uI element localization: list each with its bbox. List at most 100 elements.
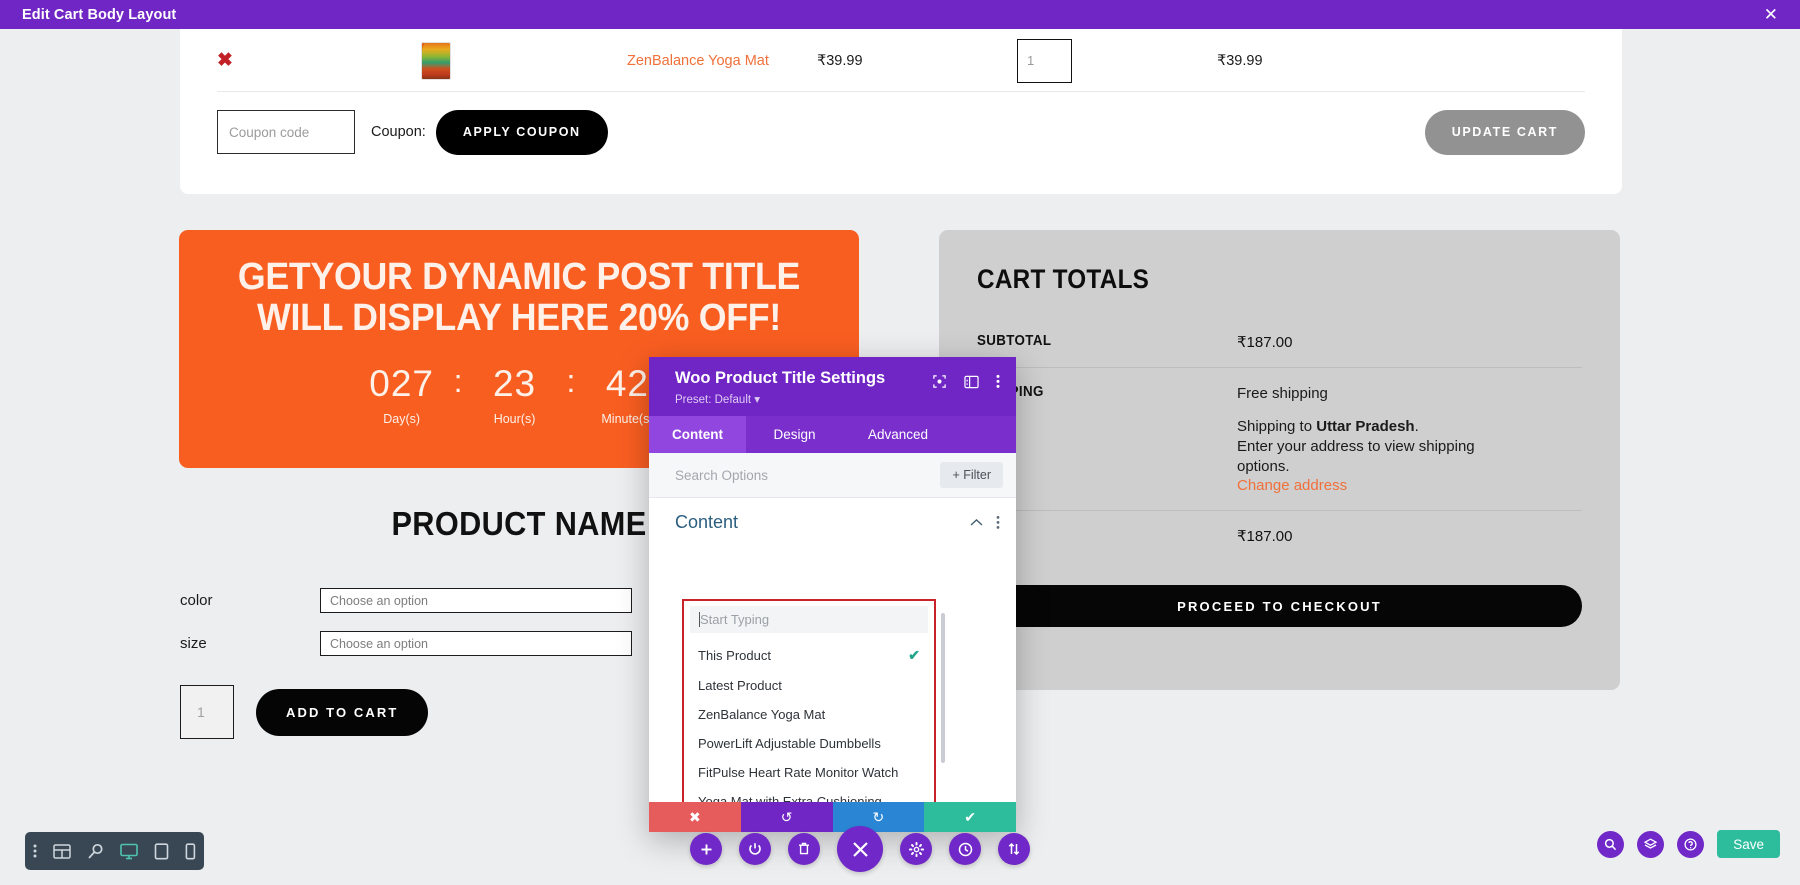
add-to-cart-button[interactable]: ADD TO CART	[256, 689, 428, 736]
cart-thumbnail-cell	[422, 29, 450, 92]
shipping-to-line: Shipping to Uttar Pradesh.	[1237, 417, 1527, 437]
modal-preset-selector[interactable]: Preset: Default ▾	[675, 392, 1000, 406]
check-icon: ✔	[908, 647, 920, 664]
totals-row-shipping: SHIPPING Free shipping Shipping to Uttar…	[977, 368, 1582, 511]
dropdown-item-zenbalance-yoga-mat[interactable]: ZenBalance Yoga Mat	[684, 700, 934, 729]
attribute-row-size: size Choose an option	[180, 631, 632, 656]
target-icon[interactable]	[932, 374, 947, 389]
tab-content[interactable]: Content	[649, 416, 746, 453]
product-quantity-input[interactable]: 1	[180, 685, 234, 739]
product-link[interactable]: ZenBalance Yoga Mat	[627, 53, 769, 69]
dropdown-scrollbar[interactable]	[941, 613, 945, 763]
trash-icon[interactable]	[788, 833, 820, 865]
countdown-days-label: Day(s)	[350, 412, 454, 426]
proceed-to-checkout-button[interactable]: PROCEED TO CHECKOUT	[977, 585, 1582, 627]
chevron-down-icon: ▾	[754, 394, 760, 406]
search-icon[interactable]	[1597, 831, 1624, 858]
modal-preset-label: Preset: Default	[675, 394, 751, 406]
editor-root: Edit Cart Body Layout ✕ ✖ ZenBalance Yog…	[0, 0, 1800, 885]
dropdown-item-powerlift-dumbbells[interactable]: PowerLift Adjustable Dumbbells	[684, 729, 934, 758]
totals-subtotal-label: SUBTOTAL	[977, 333, 1216, 351]
dropdown-item-this-product[interactable]: This Product ✔	[684, 640, 934, 671]
countdown-separator: :	[454, 365, 463, 399]
countdown-unit-days: 027 Day(s)	[350, 365, 454, 426]
modal-tabs: Content Design Advanced	[649, 416, 1016, 453]
shipping-to-suffix: .	[1415, 418, 1419, 435]
cart-totals-title: CART TOTALS	[977, 264, 1522, 295]
phone-icon[interactable]	[185, 843, 196, 860]
cart-remove-cell: ✖	[217, 29, 277, 92]
countdown-hours-value: 23	[463, 365, 567, 402]
modal-header-icons	[932, 374, 1000, 389]
add-to-cart-row: 1 ADD TO CART	[180, 685, 428, 739]
countdown-unit-hours: 23 Hour(s)	[463, 365, 567, 426]
enter-address-text: Enter your address to view shipping opti…	[1237, 437, 1527, 477]
dropdown-search-field[interactable]: Start Typing	[690, 606, 928, 633]
attribute-select-size[interactable]: Choose an option	[320, 631, 632, 656]
text-cursor	[699, 612, 700, 627]
dropdown-search-placeholder: Start Typing	[700, 612, 769, 627]
tab-advanced[interactable]: Advanced	[843, 416, 953, 453]
dropdown-item-label: Yoga Mat with Extra Cushioning	[698, 794, 882, 802]
close-icon[interactable]	[837, 826, 883, 872]
apply-coupon-button[interactable]: APPLY COUPON	[436, 110, 608, 155]
filter-button[interactable]: + Filter	[940, 462, 1003, 488]
save-button[interactable]: Save	[1717, 830, 1780, 858]
kebab-menu-icon[interactable]	[996, 374, 1000, 389]
quantity-input[interactable]: 1	[1017, 39, 1072, 83]
wireframe-icon[interactable]	[53, 844, 71, 859]
product-source-dropdown: Start Typing This Product ✔ Latest Produ…	[682, 599, 936, 802]
dropdown-option-list: This Product ✔ Latest Product ZenBalance…	[684, 633, 934, 802]
zoom-icon[interactable]	[87, 843, 104, 860]
attribute-row-color: color Choose an option	[180, 588, 632, 613]
editor-right-controls: Save	[1597, 830, 1780, 858]
coupon-code-input[interactable]	[217, 110, 355, 154]
update-cart-button[interactable]: UPDATE CART	[1425, 110, 1585, 155]
cart-subtotal-cell: ₹39.99	[1217, 29, 1263, 92]
cart-card: ✖ ZenBalance Yoga Mat ₹39.99 1 ₹39.99 Co…	[180, 29, 1622, 194]
attribute-select-color[interactable]: Choose an option	[320, 588, 632, 613]
kebab-menu-icon[interactable]	[33, 843, 37, 859]
product-thumbnail-image[interactable]	[422, 43, 450, 79]
close-icon[interactable]: ✕	[1764, 6, 1784, 23]
dropdown-item-label: This Product	[698, 648, 771, 663]
promo-title: GETYOUR DYNAMIC POST TITLE WILL DISPLAY …	[199, 230, 838, 339]
content-section-title: Content	[675, 512, 738, 533]
countdown-days-value: 027	[350, 365, 454, 402]
content-section-header: Content	[649, 498, 1016, 539]
power-icon[interactable]	[739, 833, 771, 865]
totals-subtotal-value: ₹187.00	[1237, 333, 1292, 351]
page-title: Edit Cart Body Layout	[16, 7, 176, 23]
help-icon[interactable]	[1677, 831, 1704, 858]
countdown-hours-label: Hour(s)	[463, 412, 567, 426]
settings-modal: Woo Product Title Settings Preset: Defau…	[649, 357, 1016, 832]
dropdown-item-yoga-mat-extra-cushioning[interactable]: Yoga Mat with Extra Cushioning	[684, 787, 934, 802]
dropdown-item-fitpulse-watch[interactable]: FitPulse Heart Rate Monitor Watch	[684, 758, 934, 787]
search-options-input[interactable]	[675, 468, 895, 483]
remove-item-icon[interactable]: ✖	[217, 51, 233, 70]
dropdown-item-label: Latest Product	[698, 678, 782, 693]
chevron-up-icon[interactable]	[970, 518, 983, 527]
change-address-link[interactable]: Change address	[1237, 477, 1527, 494]
totals-total-value: ₹187.00	[1237, 527, 1292, 545]
kebab-menu-icon[interactable]	[996, 515, 1000, 530]
cart-price-cell: ₹39.99	[817, 29, 863, 92]
settings-gear-icon[interactable]	[900, 833, 932, 865]
cart-totals-panel: CART TOTALS SUBTOTAL ₹187.00 SHIPPING Fr…	[939, 230, 1620, 690]
layout-panel-icon[interactable]	[964, 375, 979, 389]
layers-icon[interactable]	[1637, 831, 1664, 858]
dropdown-item-label: PowerLift Adjustable Dumbbells	[698, 736, 881, 751]
dropdown-item-latest-product[interactable]: Latest Product	[684, 671, 934, 700]
history-clock-icon[interactable]	[949, 833, 981, 865]
totals-shipping-details: Free shipping Shipping to Uttar Pradesh.…	[1237, 384, 1527, 494]
tablet-icon[interactable]	[154, 843, 169, 860]
dropdown-item-label: ZenBalance Yoga Mat	[698, 707, 825, 722]
tab-design[interactable]: Design	[746, 416, 843, 453]
coupon-label: Coupon:	[371, 124, 426, 140]
desktop-icon[interactable]	[120, 843, 138, 860]
totals-row-total: ₹187.00	[977, 511, 1582, 561]
editor-action-bar	[690, 826, 1030, 872]
sort-arrows-icon[interactable]	[998, 833, 1030, 865]
add-icon[interactable]	[690, 833, 722, 865]
shipping-region: Uttar Pradesh	[1316, 418, 1414, 435]
